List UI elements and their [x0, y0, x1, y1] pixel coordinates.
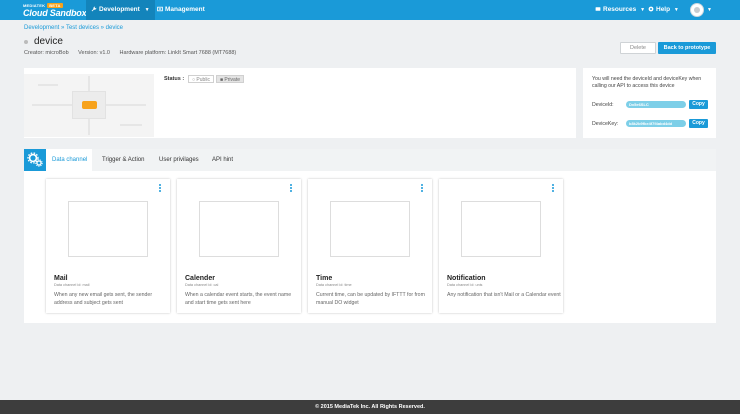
globe-icon: ○: [192, 77, 196, 83]
more-vertical-icon[interactable]: [552, 184, 555, 195]
more-vertical-icon[interactable]: [159, 184, 162, 195]
management-icon: [157, 6, 163, 12]
device-key-value: b8k2b9fke4f7f4abd4dd: [626, 120, 686, 127]
channel-title: Calender: [185, 275, 215, 282]
tab-data-channel[interactable]: Data channel: [46, 149, 92, 171]
status-public-toggle[interactable]: ○ Public: [188, 75, 215, 83]
more-vertical-icon[interactable]: [421, 184, 424, 195]
copy-device-key-button[interactable]: Copy: [689, 119, 708, 128]
channel-description: Any notification that isn't Mail or a Ca…: [447, 292, 561, 298]
page-title: device: [34, 36, 63, 47]
breadcrumb-test-devices[interactable]: Test devices: [66, 25, 99, 31]
chip-graphic: [72, 91, 106, 119]
device-id-label: DeviceId:: [592, 102, 614, 108]
delete-button[interactable]: Delete: [620, 42, 656, 54]
back-to-prototype-button[interactable]: Back to prototype: [658, 42, 716, 54]
tab-api-hint[interactable]: API hint: [212, 149, 233, 171]
top-navbar: MEDIATEK BETA Cloud Sandbox Development ▼…: [0, 0, 740, 20]
settings-gear-tab[interactable]: [24, 149, 46, 171]
channel-card-calender[interactable]: Calender Data channel id: cal When a cal…: [177, 179, 301, 313]
nav-help[interactable]: Help ▼: [643, 0, 684, 20]
channel-card-time[interactable]: Time Data channel id: time Current time,…: [308, 179, 432, 313]
user-avatar[interactable]: [690, 3, 704, 17]
channel-preview: [199, 201, 279, 257]
breadcrumb-separator: »: [100, 25, 104, 31]
nav-resources[interactable]: Resources ▼: [590, 0, 650, 20]
channel-description: When a calendar event starts, the event …: [185, 292, 292, 306]
brand-logo[interactable]: MEDIATEK BETA Cloud Sandbox: [23, 2, 87, 18]
channel-id: Data channel id: cal: [185, 283, 219, 287]
version-text: Version: v1.0: [78, 50, 110, 56]
channel-id: Data channel id: unis: [447, 283, 483, 287]
channel-id: Data channel id: time: [316, 283, 352, 287]
channel-title: Time: [316, 275, 333, 282]
status-label: Status :: [164, 76, 185, 82]
breadcrumb-development[interactable]: Development: [24, 25, 59, 31]
device-meta: Creator: microBob Version: v1.0 Hardware…: [24, 50, 244, 56]
device-key-card: You will need the deviceId and deviceKey…: [583, 68, 716, 138]
resources-icon: [595, 7, 601, 11]
channel-title: Mail: [54, 275, 68, 282]
creator-text: Creator: microBob: [24, 50, 69, 56]
channel-description: Current time, can be updated by IFTTT fo…: [316, 292, 425, 306]
lock-icon: ■: [220, 77, 224, 83]
channel-card-mail[interactable]: Mail Data channel id: mail When any new …: [46, 179, 170, 313]
wrench-icon: [91, 6, 97, 12]
nav-development[interactable]: Development ▼: [86, 0, 155, 20]
device-key-label: DeviceKey:: [592, 121, 619, 127]
channel-preview: [330, 201, 410, 257]
copy-device-id-button[interactable]: Copy: [689, 100, 708, 109]
device-id-value: Dx5e6SLC: [626, 101, 686, 108]
device-status-dot: [24, 40, 28, 44]
channel-card-notification[interactable]: Notification Data channel id: unis Any n…: [439, 179, 563, 313]
status-private-toggle[interactable]: ■ Private: [216, 75, 244, 83]
tab-strip: Data channel Trigger & Action User privi…: [24, 149, 716, 171]
brand-name: Cloud Sandbox: [23, 8, 87, 18]
device-info-card: Status : ○ Public ■ Private: [24, 68, 576, 138]
gear-icon: [27, 152, 43, 167]
channel-preview: [68, 201, 148, 257]
tab-trigger-action[interactable]: Trigger & Action: [102, 149, 144, 171]
channel-id: Data channel id: mail: [54, 283, 90, 287]
chevron-down-icon: ▼: [673, 7, 679, 13]
chevron-down-icon[interactable]: ▼: [707, 0, 712, 20]
tab-user-privilages[interactable]: User privilages: [159, 149, 199, 171]
help-icon: [648, 6, 654, 12]
more-vertical-icon[interactable]: [290, 184, 293, 195]
channel-title: Notification: [447, 275, 486, 282]
nav-management[interactable]: Management: [152, 0, 210, 20]
device-image: [24, 74, 154, 137]
breadcrumb-separator: »: [61, 25, 65, 31]
footer-copyright: © 2015 MediaTek Inc. All Rights Reserved…: [0, 400, 740, 414]
breadcrumb: Development » Test devices » device: [24, 25, 123, 31]
key-note: You will need the deviceId and deviceKey…: [592, 76, 702, 89]
chevron-down-icon: ▼: [144, 7, 150, 13]
channel-description: When any new email gets sent, the sender…: [54, 292, 153, 306]
breadcrumb-device[interactable]: device: [106, 25, 123, 31]
channel-preview: [461, 201, 541, 257]
platform-text: Hardware platform: LinkIt Smart 7688 (MT…: [119, 50, 237, 56]
